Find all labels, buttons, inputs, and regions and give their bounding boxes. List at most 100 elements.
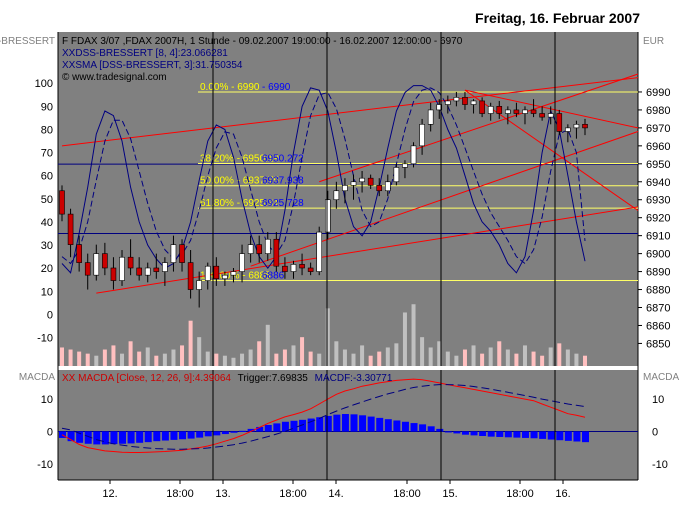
- volume-bar: [497, 341, 502, 366]
- macd-legend: XX MACDA [Close, 12, 26, 9]:4.39064 Trig…: [62, 373, 393, 384]
- macdf-bar: [119, 431, 127, 444]
- x-tick-label: 16.: [555, 488, 570, 500]
- right-tick-label: 6930: [646, 195, 670, 207]
- volume-bar: [342, 349, 347, 366]
- left-tick-label: 30: [41, 240, 53, 252]
- volume-bar: [428, 347, 433, 366]
- macdf-bar: [419, 424, 427, 432]
- candle-body: [84, 262, 91, 276]
- volume-bar: [257, 341, 262, 366]
- left-axis-title: -BRESSERT: [0, 36, 55, 47]
- candle-body: [350, 181, 357, 186]
- candle-body: [247, 244, 254, 254]
- macdf-bar: [504, 431, 512, 438]
- macdf-bar: [410, 423, 418, 432]
- macd-right-axis-title: MACDA: [643, 372, 679, 383]
- x-tick-label: 18:00: [166, 488, 194, 500]
- candle-body: [239, 253, 245, 272]
- candle-body: [213, 265, 220, 280]
- macdf-legend-label: MACDF:-3.30771: [315, 373, 393, 384]
- candle-body: [565, 127, 571, 132]
- candle-body: [324, 199, 331, 233]
- candle-body: [367, 177, 374, 186]
- legend-dss-label: DSS-BRESSERT [8, 4]:23.066281: [75, 48, 228, 59]
- macd-left-tick: -10: [37, 459, 53, 471]
- volume-bar: [111, 345, 116, 366]
- candle-body: [333, 190, 340, 201]
- right-tick-label: 6920: [646, 213, 670, 225]
- volume-bar: [514, 353, 519, 366]
- volume-bar: [574, 353, 579, 366]
- macdf-bar: [93, 431, 101, 445]
- macd-right-tick: -10: [652, 459, 668, 471]
- candle-body: [505, 109, 511, 114]
- left-tick-label: 80: [41, 124, 53, 136]
- volume-bar: [317, 353, 322, 366]
- candle-body: [496, 106, 503, 114]
- volume-bar: [411, 304, 416, 366]
- candle-body: [179, 244, 185, 263]
- candle-body: [573, 123, 580, 129]
- macdf-bar: [179, 431, 187, 440]
- macdf-bar: [239, 430, 247, 432]
- macd-left-tick: 10: [41, 394, 53, 406]
- candle-body: [530, 109, 537, 114]
- candle-body: [59, 190, 65, 215]
- chart-canvas: Freitag, 16. Februar 2007 0.00% - 6990- …: [0, 10, 699, 500]
- right-tick-label: 6990: [646, 87, 670, 99]
- right-tick-label: 6910: [646, 231, 670, 243]
- watermark: © www.tradesignal.com: [62, 72, 167, 83]
- volume-bar: [402, 312, 407, 366]
- right-tick-label: 6870: [646, 303, 670, 315]
- macdf-bar: [213, 431, 221, 436]
- candle-body: [402, 163, 408, 168]
- volume-bar: [214, 353, 219, 366]
- candle-body: [479, 100, 485, 114]
- macd-legend-icon: XX: [62, 373, 76, 384]
- volume-bar: [231, 357, 236, 366]
- macd-right-tick: 0: [652, 426, 658, 438]
- candle-body: [153, 267, 160, 272]
- candle-body: [385, 181, 391, 192]
- header-date: Freitag, 16. Februar 2007: [475, 10, 640, 26]
- right-tick-label: 6950: [646, 159, 670, 171]
- macdf-bar: [461, 431, 469, 435]
- macdf-bar: [367, 416, 375, 432]
- candle-body: [127, 256, 134, 269]
- candle-body: [222, 274, 228, 280]
- candle-body: [539, 113, 545, 118]
- macdf-bar: [453, 431, 461, 434]
- candle-body: [376, 185, 383, 192]
- macdf-bar: [127, 431, 135, 444]
- right-tick-label: 6960: [646, 141, 670, 153]
- volume-bar: [137, 351, 142, 366]
- macdf-bar: [496, 431, 504, 437]
- macdf-bar: [196, 431, 204, 438]
- fib-level-value: 6937.938: [262, 176, 304, 187]
- candle-body: [230, 271, 237, 276]
- volume-bar: [188, 320, 193, 366]
- macdf-bar: [393, 420, 401, 432]
- left-tick-label: 90: [41, 101, 53, 113]
- volume-bar: [377, 351, 382, 366]
- fib-level-value: 6886: [262, 271, 285, 282]
- volume-bar: [462, 349, 467, 366]
- volume-bar: [385, 347, 390, 366]
- fib-level-label: 0.00% - 6990: [200, 82, 260, 93]
- candle-body: [119, 256, 125, 281]
- volume-bar: [420, 337, 425, 366]
- volume-bar: [145, 347, 150, 366]
- x-tick-label: 18:00: [506, 488, 534, 500]
- right-tick-label: 6860: [646, 320, 670, 332]
- candle-body: [110, 267, 117, 281]
- volume-bar: [531, 351, 536, 366]
- macdf-bar: [384, 419, 392, 432]
- macd-legend-label: MACDA [Close, 12, 26, 9]:4.39064: [78, 373, 231, 384]
- volume-bar: [68, 349, 73, 366]
- volume-bar: [120, 353, 125, 366]
- candle-body: [204, 265, 211, 281]
- volume-bar: [454, 355, 459, 366]
- volume-bar: [557, 343, 562, 366]
- x-tick-label: 14.: [328, 488, 343, 500]
- left-tick-label: 60: [41, 171, 53, 183]
